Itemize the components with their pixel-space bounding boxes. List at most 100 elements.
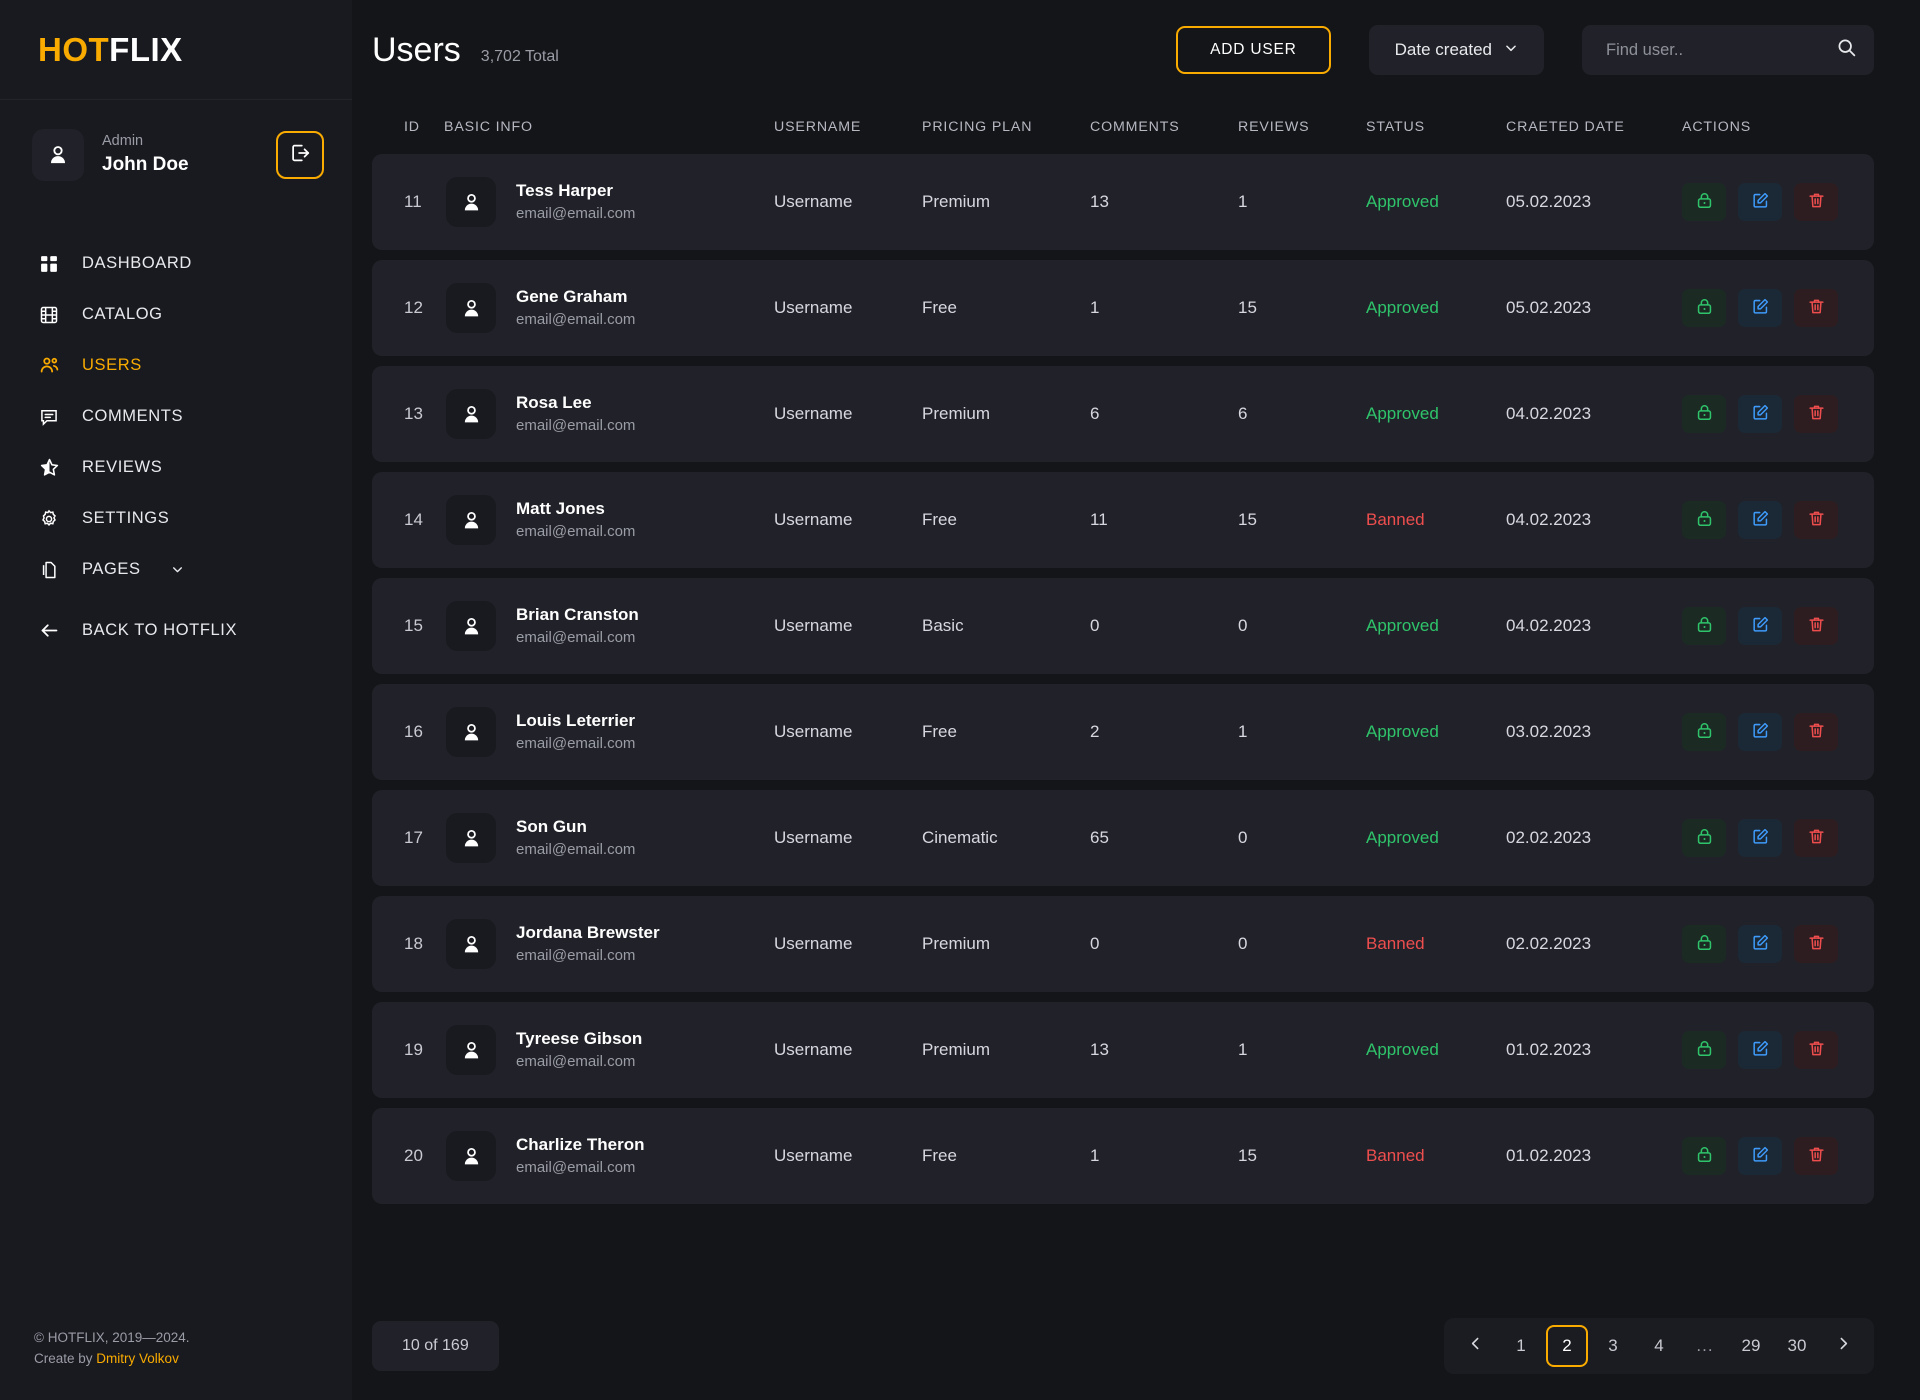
- sidebar-item-settings[interactable]: SETTINGS: [0, 493, 352, 544]
- gear-icon: [38, 508, 60, 530]
- cell-comments: 1: [1090, 298, 1100, 317]
- delete-button[interactable]: [1794, 1137, 1838, 1175]
- sidebar-item-catalog[interactable]: CATALOG: [0, 289, 352, 340]
- delete-button[interactable]: [1794, 501, 1838, 539]
- edit-button[interactable]: [1738, 395, 1782, 433]
- delete-button[interactable]: [1794, 289, 1838, 327]
- chevron-left-icon: [1467, 1335, 1484, 1357]
- cell-comments: 65: [1090, 828, 1109, 847]
- user-email: email@email.com: [516, 205, 636, 223]
- pagination-page[interactable]: 30: [1776, 1325, 1818, 1367]
- sort-dropdown[interactable]: Date created: [1368, 25, 1544, 75]
- lock-button[interactable]: [1682, 395, 1726, 433]
- user-name: Son Gun: [516, 816, 587, 836]
- table-row[interactable]: 20 Charlize Theron email@email.com Username…: [372, 1108, 1874, 1204]
- lock-button[interactable]: [1682, 501, 1726, 539]
- cell-comments: 1: [1090, 1146, 1100, 1165]
- edit-button[interactable]: [1738, 925, 1782, 963]
- cell-created-date: 03.02.2023: [1506, 722, 1592, 741]
- pagination-page[interactable]: 1: [1500, 1325, 1542, 1367]
- lock-button[interactable]: [1682, 183, 1726, 221]
- table-row[interactable]: 18 Jordana Brewster email@email.com Usernam…: [372, 896, 1874, 992]
- edit-button[interactable]: [1738, 819, 1782, 857]
- user-name: Jordana Brewster: [516, 922, 660, 942]
- edit-button[interactable]: [1738, 501, 1782, 539]
- sidebar-item-dashboard[interactable]: DASHBOARD: [0, 238, 352, 289]
- pagination-page[interactable]: 3: [1592, 1325, 1634, 1367]
- add-user-button[interactable]: ADD USER: [1176, 26, 1331, 74]
- search-input[interactable]: [1606, 40, 1826, 60]
- delete-button[interactable]: [1794, 925, 1838, 963]
- cell-username: Username: [774, 1040, 853, 1059]
- delete-button[interactable]: [1794, 395, 1838, 433]
- delete-button[interactable]: [1794, 607, 1838, 645]
- sidebar-item-comments[interactable]: COMMENTS: [0, 391, 352, 442]
- sort-dropdown-value: Date created: [1394, 40, 1492, 59]
- cell-basic-info: Son Gun email@email.com: [444, 813, 774, 863]
- cell-basic-info: Tyreese Gibson email@email.com: [444, 1025, 774, 1075]
- admin-dashboard: HOTFLIX Admin John Doe DASHBOARD CATALOG…: [0, 0, 1920, 1400]
- delete-button[interactable]: [1794, 713, 1838, 751]
- edit-button[interactable]: [1738, 1137, 1782, 1175]
- delete-button[interactable]: [1794, 819, 1838, 857]
- footer-author-link[interactable]: Dmitry Volkov: [96, 1351, 179, 1366]
- edit-button[interactable]: [1738, 289, 1782, 327]
- cell-pricing-plan: Free: [922, 510, 957, 529]
- lock-button[interactable]: [1682, 713, 1726, 751]
- cell-created-date: 05.02.2023: [1506, 298, 1592, 317]
- table-row[interactable]: 16 Louis Leterrier email@email.com Username…: [372, 684, 1874, 780]
- pagination-page[interactable]: 29: [1730, 1325, 1772, 1367]
- logout-button[interactable]: [276, 131, 324, 179]
- page-title-wrap: Users 3,702 Total: [372, 31, 1176, 70]
- delete-button[interactable]: [1794, 183, 1838, 221]
- edit-icon: [1751, 827, 1770, 849]
- edit-icon: [1751, 615, 1770, 637]
- trash-icon: [1807, 1039, 1826, 1061]
- edit-button[interactable]: [1738, 713, 1782, 751]
- logo[interactable]: HOTFLIX: [0, 0, 352, 100]
- table-row[interactable]: 13 Rosa Lee email@email.com Username Premium…: [372, 366, 1874, 462]
- sidebar-item-back-to-hotflix[interactable]: BACK TO HOTFLIX: [0, 605, 352, 656]
- cell-pricing-plan: Cinematic: [922, 828, 998, 847]
- cell-pricing-plan: Free: [922, 1146, 957, 1165]
- user-email: email@email.com: [516, 947, 636, 965]
- edit-button[interactable]: [1738, 607, 1782, 645]
- cell-username: Username: [774, 828, 853, 847]
- avatar: [32, 129, 84, 181]
- table-row[interactable]: 14 Matt Jones email@email.com Username Free 1…: [372, 472, 1874, 568]
- column-header-plan: PRICING PLAN: [922, 119, 1033, 135]
- lock-button[interactable]: [1682, 1137, 1726, 1175]
- pagination-page[interactable]: 4: [1638, 1325, 1680, 1367]
- table-header-row: ID BASIC INFO USERNAME PRICING PLAN COMM…: [372, 100, 1874, 154]
- per-page-selector[interactable]: 10 of 169: [372, 1321, 499, 1371]
- table-row[interactable]: 17 Son Gun email@email.com Username Cinemati…: [372, 790, 1874, 886]
- lock-button[interactable]: [1682, 819, 1726, 857]
- cell-id: 12: [404, 298, 423, 317]
- sidebar-item-users[interactable]: USERS: [0, 340, 352, 391]
- lock-button[interactable]: [1682, 289, 1726, 327]
- table-row[interactable]: 15 Brian Cranston email@email.com Username B…: [372, 578, 1874, 674]
- footer-credit: Create by Dmitry Volkov: [34, 1349, 190, 1370]
- table-row[interactable]: 12 Gene Graham email@email.com Username Free…: [372, 260, 1874, 356]
- table-row[interactable]: 11 Tess Harper email@email.com Username Prem…: [372, 154, 1874, 250]
- delete-button[interactable]: [1794, 1031, 1838, 1069]
- trash-icon: [1807, 721, 1826, 743]
- pagination-page[interactable]: 2: [1546, 1325, 1588, 1367]
- status-badge: Banned: [1366, 1146, 1425, 1165]
- search-icon[interactable]: [1836, 37, 1857, 63]
- lock-button[interactable]: [1682, 925, 1726, 963]
- sidebar-item-reviews[interactable]: REVIEWS: [0, 442, 352, 493]
- lock-button[interactable]: [1682, 1031, 1726, 1069]
- cell-pricing-plan: Free: [922, 298, 957, 317]
- lock-button[interactable]: [1682, 607, 1726, 645]
- pagination-next[interactable]: [1822, 1325, 1864, 1367]
- cell-basic-info: Tess Harper email@email.com: [444, 177, 774, 227]
- edit-button[interactable]: [1738, 183, 1782, 221]
- sidebar-item-pages[interactable]: PAGES: [0, 544, 352, 595]
- edit-button[interactable]: [1738, 1031, 1782, 1069]
- search-box[interactable]: [1582, 25, 1874, 75]
- table-row[interactable]: 19 Tyreese Gibson email@email.com Username P…: [372, 1002, 1874, 1098]
- pagination-prev[interactable]: [1454, 1325, 1496, 1367]
- status-badge: Approved: [1366, 192, 1439, 211]
- edit-icon: [1751, 191, 1770, 213]
